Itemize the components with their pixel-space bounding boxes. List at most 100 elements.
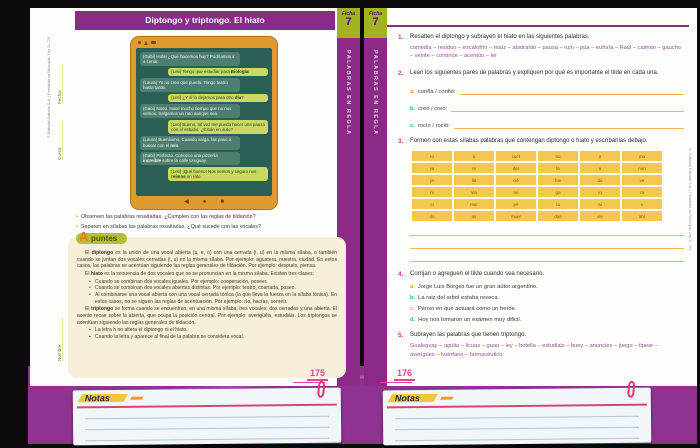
recents-icon: ■: [220, 199, 224, 205]
chat-bubble: (Leti) ¿Y si lo dejamos para otro día?: [168, 94, 268, 102]
rule-item: La letra h no altera el diptongo ni el h…: [89, 327, 337, 334]
chat-bubble: (Gabi) Hola! ¿Qué hacemos hoy? Podríamos…: [140, 52, 240, 66]
ruled-line: [395, 416, 639, 420]
exercise-number: 5.: [398, 332, 403, 339]
rule-item: Cuando la letra y aparece al final de la…: [89, 334, 337, 341]
exercise-number: 4.: [398, 271, 403, 278]
rule-item: Cuando se combinan dos vocales iguales. …: [89, 279, 337, 286]
battery-icon: [151, 41, 156, 44]
syllable-cell: a: [580, 163, 620, 173]
answer-line: [451, 106, 684, 112]
paperclip-icon: [627, 381, 636, 399]
syllable-cell: fue: [538, 175, 578, 185]
syllable-cell: hi: [412, 187, 452, 197]
apuntes-initial: A: [79, 229, 88, 244]
apuntes-title: Apuntes: [76, 233, 127, 244]
syllable-cell: lla: [454, 175, 494, 185]
syllable-cell: li: [454, 151, 494, 161]
answer-line: [460, 89, 684, 95]
syllable-cell: pé: [496, 199, 536, 209]
notas-title: Notas: [395, 393, 420, 403]
apuntes-panel: Apuntes El diptongo es la unión de una v…: [68, 237, 346, 378]
item-text: rocío / roció:: [418, 123, 450, 129]
question-item: •Observen las palabras resaltadas. ¿Cump…: [76, 214, 340, 220]
chat-bubble: (Leti) Tengo que estudiar para Biología!: [168, 68, 268, 76]
apuntes-paragraph: El triptongo se forma cuando se encuentr…: [77, 306, 337, 326]
exercise-text: Formen con estas sílabas palabras que co…: [410, 138, 684, 146]
curso-label: Curso:: [57, 120, 63, 160]
syllable-cell: io: [580, 187, 620, 197]
signal-icon: [144, 41, 148, 45]
syllable-cell: ro: [412, 151, 452, 161]
bullet-icon: •: [76, 214, 78, 220]
item-letter: a.: [410, 89, 415, 95]
apuntes-paragraph: El diptongo es la unión de una vocal abi…: [77, 250, 337, 270]
page-number: 176: [394, 368, 415, 381]
sentence-item: d.Hoy nos tomaron un exámen muy dificil.: [410, 317, 684, 323]
item-text: confía / confió:: [418, 89, 456, 95]
observation-questions: •Observen las palabras resaltadas. ¿Cump…: [76, 214, 340, 234]
top-rule: [387, 25, 689, 27]
notas-card: Notas: [383, 388, 652, 446]
page-number: 175: [307, 368, 328, 381]
word-pair-item: c. rocío / roció:: [410, 123, 684, 129]
word-pair-item: b. creó / creo:: [410, 106, 684, 112]
syllable-cell: do: [412, 211, 452, 221]
exercise-4: 4. Corrijan o agreguen el tilde cuando s…: [398, 271, 684, 323]
right-page-side-tab: Ficha 7 Palabras en regla: [364, 8, 387, 386]
exercise-2: 2. Lean los siguientes pares de palabras…: [398, 70, 684, 129]
back-icon: ◀: [184, 199, 189, 205]
notas-title: Notas: [85, 393, 110, 403]
answer-line: [410, 236, 684, 249]
section-tab-label: Palabras en regla: [372, 50, 378, 136]
paperclip-icon: [317, 381, 326, 399]
chat-bubble: (Laura) Buenísimo. Cuando salga, las pas…: [140, 136, 240, 150]
ficha-number: 7: [337, 17, 360, 28]
exercise-text: Lean los siguientes pares de palabras y …: [410, 70, 684, 78]
syllable-cell: ja: [412, 175, 452, 185]
exercise-number: 1.: [398, 34, 403, 41]
word-list: Gualeguay – agüita – licuas – guau – ley…: [410, 342, 684, 359]
final-rules-list: La letra h no altera el diptongo ni el h…: [89, 327, 337, 340]
bullet-icon: •: [76, 224, 78, 230]
sentence-item: b.La raiz del arbol estaba reseca.: [410, 295, 684, 301]
exercises: 1. Resalten el diptongo y subrayen el hi…: [398, 34, 684, 368]
syllable-cell: go: [538, 187, 578, 197]
ruled-line: [85, 438, 329, 442]
ficha-badge: Ficha 7: [337, 8, 360, 38]
chat-screen: (Gabi) Hola! ¿Qué hacemos hoy? Podríamos…: [136, 48, 272, 196]
ruled-line: [85, 416, 329, 420]
syllable-cell: as: [454, 211, 494, 221]
ruled-line: [85, 427, 329, 431]
ruled-line: [395, 427, 639, 431]
notas-card: Notas: [73, 388, 342, 446]
chat-bubble: (Laura) Yo no creo que pueda. Tengo teat…: [140, 78, 240, 92]
syllable-cell: due: [538, 211, 578, 221]
syllable-cell: la: [538, 163, 578, 173]
apuntes-paragraph: El hiato es la secuencia de dos vocales …: [77, 271, 337, 278]
hiato-rules-list: Cuando se combinan dos vocales iguales. …: [89, 279, 337, 306]
copyright-text: © Editorial Estrada S.A. | Prohibida su …: [688, 148, 692, 250]
exercise-number: 2.: [398, 70, 403, 77]
exercise-1: 1. Resalten el diptongo y subrayen el hi…: [398, 34, 684, 61]
syllable-cell: ra: [622, 187, 662, 197]
syllable-cell: dú: [580, 175, 620, 185]
phone-statusbar: [138, 39, 156, 46]
item-letter: c.: [410, 123, 415, 129]
rule-item: Al combinarse una vocal abierta con una …: [89, 292, 337, 305]
notas-title-rule: [387, 404, 647, 409]
answer-line: [454, 123, 684, 129]
section-tab-label: Palabras en regla: [345, 50, 351, 136]
syllable-cell: cié: [496, 175, 536, 185]
chat-bubble: (Gabi) Perfecto. Conozco una pizzería in…: [140, 152, 240, 166]
exercise-5: 5. Subrayen las palabras que tienen trip…: [398, 332, 684, 359]
syllable-cell: ir: [580, 151, 620, 161]
syllable-cell: cí: [412, 199, 452, 209]
ruled-line: [395, 438, 639, 442]
apuntes-title-rest: puntes: [91, 234, 117, 243]
syllable-cell: re: [454, 163, 494, 173]
exercise-number: 3.: [398, 138, 403, 145]
left-page: Diptongo y triptongo. El hiato Ficha 7 P…: [30, 8, 360, 386]
lesson-title: Diptongo y triptongo. El hiato: [75, 11, 335, 30]
syllable-table: rolicuernoirmavaredarlaanunjallaciéfuedú…: [410, 149, 664, 223]
